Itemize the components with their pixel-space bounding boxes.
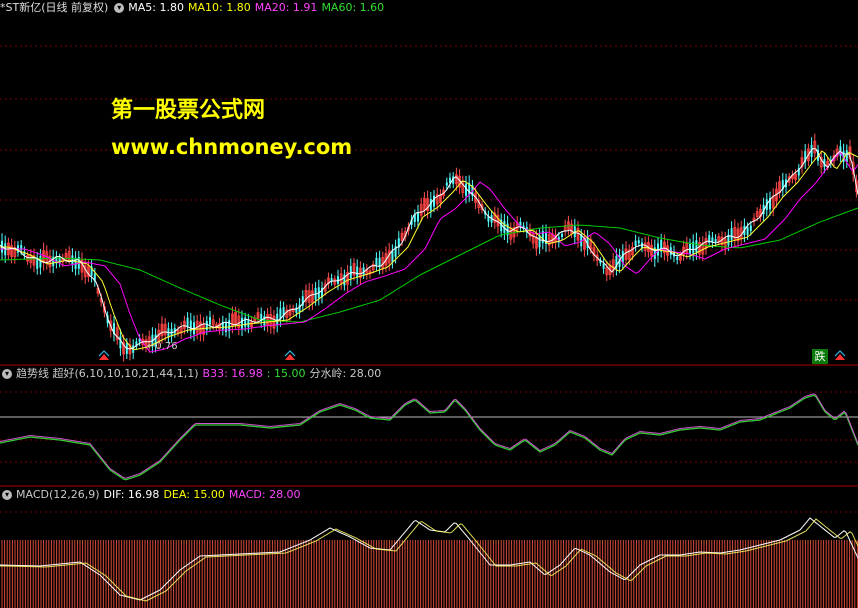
low-price-label: ←0.76 bbox=[147, 341, 178, 352]
ma5-line bbox=[0, 148, 858, 350]
ma20-line bbox=[0, 151, 858, 353]
ma10-line bbox=[0, 150, 858, 351]
dif-line bbox=[0, 517, 858, 601]
buy-signal-markers bbox=[98, 350, 846, 360]
watermark-title: 第一股票公式网 bbox=[111, 98, 266, 123]
ma60-line bbox=[0, 207, 858, 323]
dea-line bbox=[0, 518, 858, 602]
trend-line-green bbox=[0, 394, 858, 481]
watermark-url: www.chnmoney.com bbox=[111, 135, 353, 159]
grid-lines bbox=[0, 45, 858, 301]
fall-signal-badge: 跌 bbox=[812, 349, 828, 364]
trend-line-magenta bbox=[0, 393, 858, 479]
